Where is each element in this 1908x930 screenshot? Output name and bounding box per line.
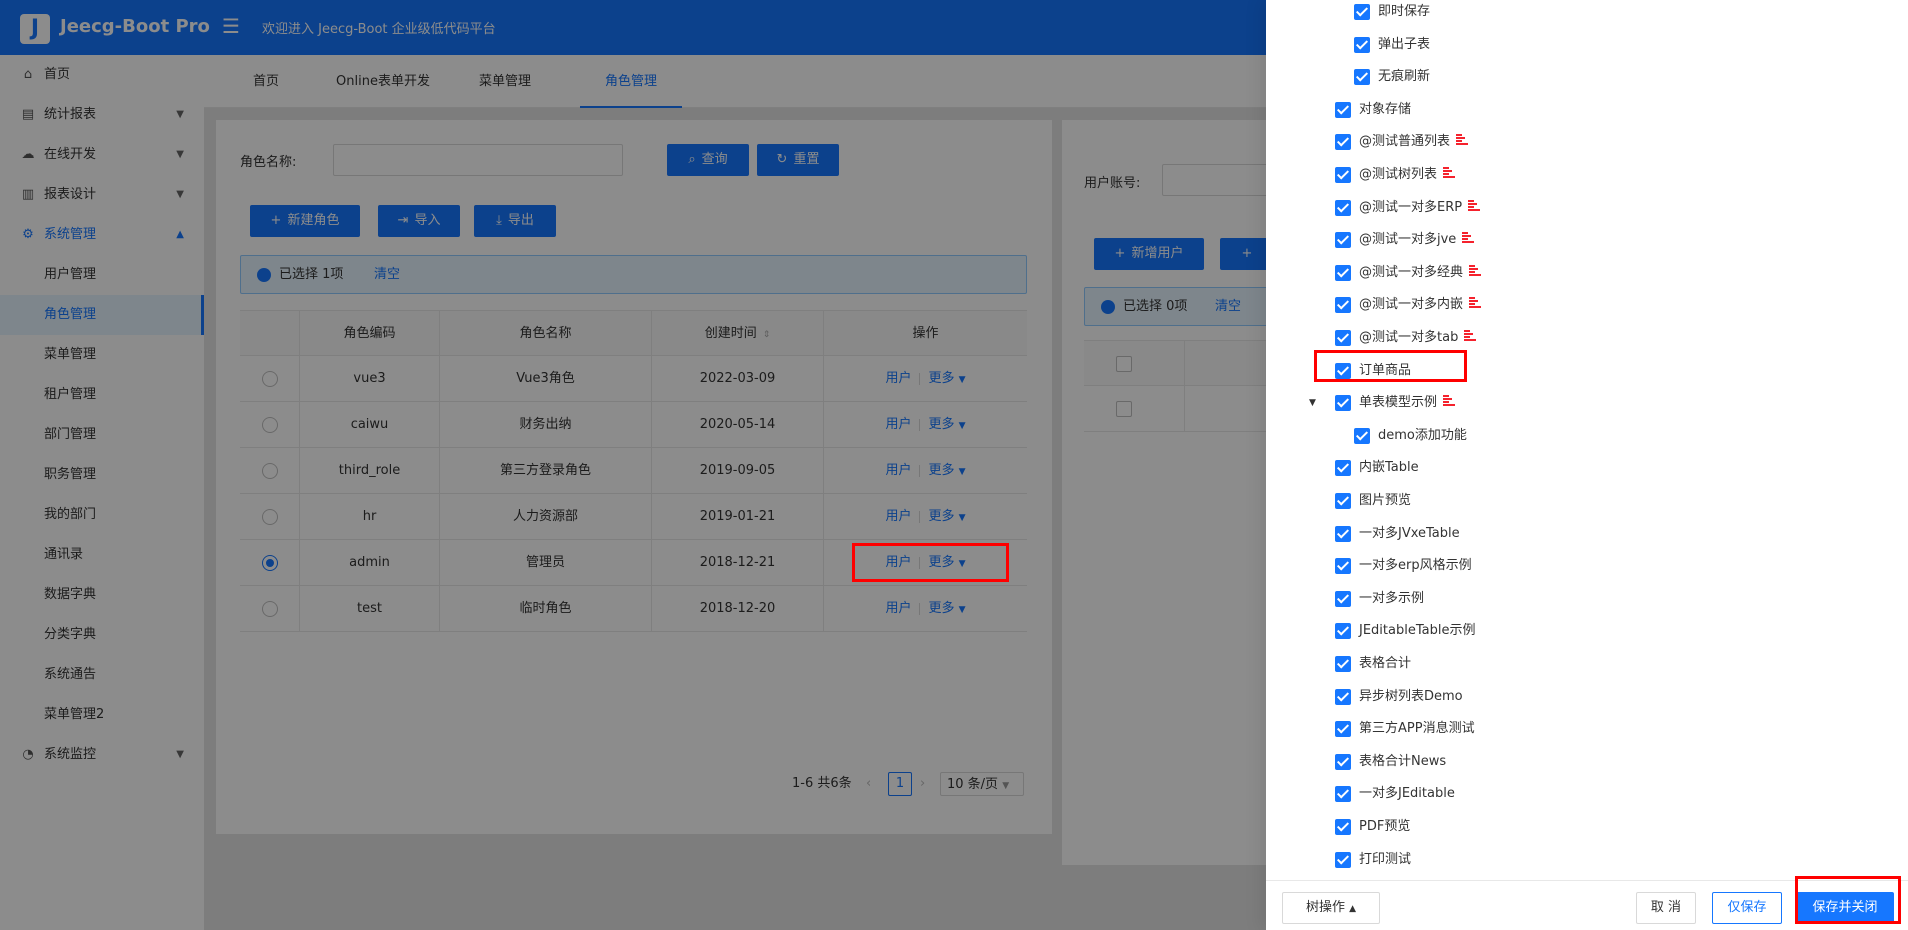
online-form-icon	[1464, 330, 1477, 342]
tree-node-checkbox[interactable]	[1335, 330, 1351, 346]
tree-node-label: 异步树列表Demo	[1359, 685, 1463, 709]
tree-node-label: JEditableTable示例	[1359, 619, 1475, 643]
tree-node-text: @测试一对多jve	[1359, 232, 1457, 247]
online-form-icon	[1443, 167, 1456, 179]
tree-node-text: 无痕刷新	[1378, 69, 1431, 84]
tree-node-label: 无痕刷新	[1378, 65, 1430, 89]
tree-node-label: 一对多示例	[1359, 587, 1424, 611]
tree-node-checkbox[interactable]	[1335, 297, 1351, 313]
tree-node-label: 第三方APP消息测试	[1359, 717, 1475, 741]
tree-node-text: 内嵌Table	[1359, 460, 1419, 475]
tree-node-label: 一对多erp风格示例	[1359, 554, 1472, 578]
cancel-button[interactable]: 取 消	[1636, 892, 1696, 924]
tree-node-label: @测试一对多tab	[1359, 326, 1477, 350]
tree-node-label: 打印测试	[1359, 848, 1411, 872]
annotation-box-save-close	[1795, 876, 1901, 924]
tree-node-label: @测试一对多内嵌	[1359, 293, 1482, 317]
tree-node-checkbox[interactable]	[1354, 69, 1370, 85]
tree-node-label: 对象存储	[1359, 98, 1411, 122]
tree-node-label: 弹出子表	[1378, 33, 1430, 57]
tree-node-text: 对象存储	[1359, 102, 1412, 117]
tree-node-checkbox[interactable]	[1335, 102, 1351, 118]
online-form-icon	[1462, 232, 1475, 244]
tree-node-text: @测试一对多内嵌	[1359, 297, 1464, 312]
online-form-icon	[1469, 297, 1482, 309]
tree-node-label: @测试一对多ERP	[1359, 196, 1481, 220]
permission-tree: 即时保存弹出子表无痕刷新对象存储 @测试普通列表 @测试树列表 @测试一对多ERP @测…	[1266, 0, 1908, 880]
tree-node-label: 单表模型示例	[1359, 391, 1456, 415]
tree-node-label: 图片预览	[1359, 489, 1411, 513]
tree-node-checkbox[interactable]	[1335, 721, 1351, 737]
tree-node-label: @测试树列表	[1359, 163, 1456, 187]
tree-node-label: 内嵌Table	[1359, 456, 1419, 480]
tree-node-text: @测试一对多经典	[1359, 265, 1464, 280]
tree-node-text: 一对多示例	[1359, 591, 1425, 606]
tree-node-checkbox[interactable]	[1335, 265, 1351, 281]
tree-node-text: PDF预览	[1359, 819, 1411, 834]
tree-node-checkbox[interactable]	[1354, 37, 1370, 53]
tree-node-text: 弹出子表	[1378, 37, 1431, 52]
tree-node-text: JEditableTable示例	[1359, 623, 1476, 638]
annotation-box-admin-ops	[852, 543, 1009, 582]
tree-node-text: 一对多erp风格示例	[1359, 558, 1472, 573]
tree-node-text: 单表模型示例	[1359, 395, 1438, 410]
online-form-icon	[1456, 134, 1469, 146]
caret-down-icon[interactable]: ▼	[1309, 391, 1316, 415]
tree-node-label: 即时保存	[1378, 0, 1430, 24]
tree-node-text: 即时保存	[1378, 4, 1431, 19]
tree-node-checkbox[interactable]	[1335, 493, 1351, 509]
permission-drawer: 即时保存弹出子表无痕刷新对象存储 @测试普通列表 @测试树列表 @测试一对多ERP @测…	[1266, 0, 1908, 930]
tree-node-checkbox[interactable]	[1335, 754, 1351, 770]
tree-node-checkbox[interactable]	[1335, 689, 1351, 705]
tree-node-checkbox[interactable]	[1335, 232, 1351, 248]
tree-node-text: 一对多JEditable	[1359, 786, 1455, 801]
tree-node-checkbox[interactable]	[1335, 395, 1351, 411]
tree-node-checkbox[interactable]	[1335, 167, 1351, 183]
tree-node-text: demo添加功能	[1378, 428, 1467, 443]
tree-node-checkbox[interactable]	[1335, 200, 1351, 216]
tree-ops-dropdown[interactable]: 树操作 ▲	[1282, 892, 1380, 924]
tree-node-checkbox[interactable]	[1335, 852, 1351, 868]
chevron-up-icon: ▲	[1349, 904, 1357, 914]
tree-node-text: 第三方APP消息测试	[1359, 721, 1475, 736]
tree-node-label: PDF预览	[1359, 815, 1410, 839]
online-form-icon	[1468, 200, 1481, 212]
tree-ops-label: 树操作	[1305, 900, 1345, 915]
tree-node-label: @测试一对多经典	[1359, 261, 1482, 285]
tree-node-label: 一对多JEditable	[1359, 782, 1455, 806]
tree-node-text: 打印测试	[1359, 852, 1412, 867]
tree-node-checkbox[interactable]	[1335, 786, 1351, 802]
tree-node-text: @测试一对多ERP	[1359, 200, 1463, 215]
tree-node-text: 表格合计	[1359, 656, 1412, 671]
annotation-box-order-goods	[1314, 350, 1467, 382]
tree-node-text: 图片预览	[1359, 493, 1412, 508]
tree-node-text: @测试普通列表	[1359, 134, 1451, 149]
online-form-icon	[1469, 265, 1482, 277]
tree-node-label: 表格合计News	[1359, 750, 1446, 774]
tree-node-checkbox[interactable]	[1335, 656, 1351, 672]
tree-node-checkbox[interactable]	[1354, 4, 1370, 20]
tree-node-checkbox[interactable]	[1335, 591, 1351, 607]
tree-node-text: 一对多JVxeTable	[1359, 526, 1460, 541]
tree-node-text: @测试树列表	[1359, 167, 1438, 182]
tree-node-label: 一对多JVxeTable	[1359, 522, 1460, 546]
tree-node-checkbox[interactable]	[1335, 134, 1351, 150]
tree-node-checkbox[interactable]	[1335, 819, 1351, 835]
online-form-icon	[1443, 395, 1456, 407]
tree-node-checkbox[interactable]	[1335, 623, 1351, 639]
tree-node-checkbox[interactable]	[1335, 526, 1351, 542]
tree-node-label: demo添加功能	[1378, 424, 1467, 448]
tree-node-text: @测试一对多tab	[1359, 330, 1459, 345]
tree-node-checkbox[interactable]	[1335, 558, 1351, 574]
tree-node-label: @测试普通列表	[1359, 130, 1469, 154]
tree-node-checkbox[interactable]	[1354, 428, 1370, 444]
tree-node-label: 表格合计	[1359, 652, 1411, 676]
tree-node-checkbox[interactable]	[1335, 460, 1351, 476]
tree-node-label: @测试一对多jve	[1359, 228, 1475, 252]
save-only-button[interactable]: 仅保存	[1712, 892, 1782, 924]
tree-node-text: 异步树列表Demo	[1359, 689, 1463, 704]
tree-node-text: 表格合计News	[1359, 754, 1447, 769]
